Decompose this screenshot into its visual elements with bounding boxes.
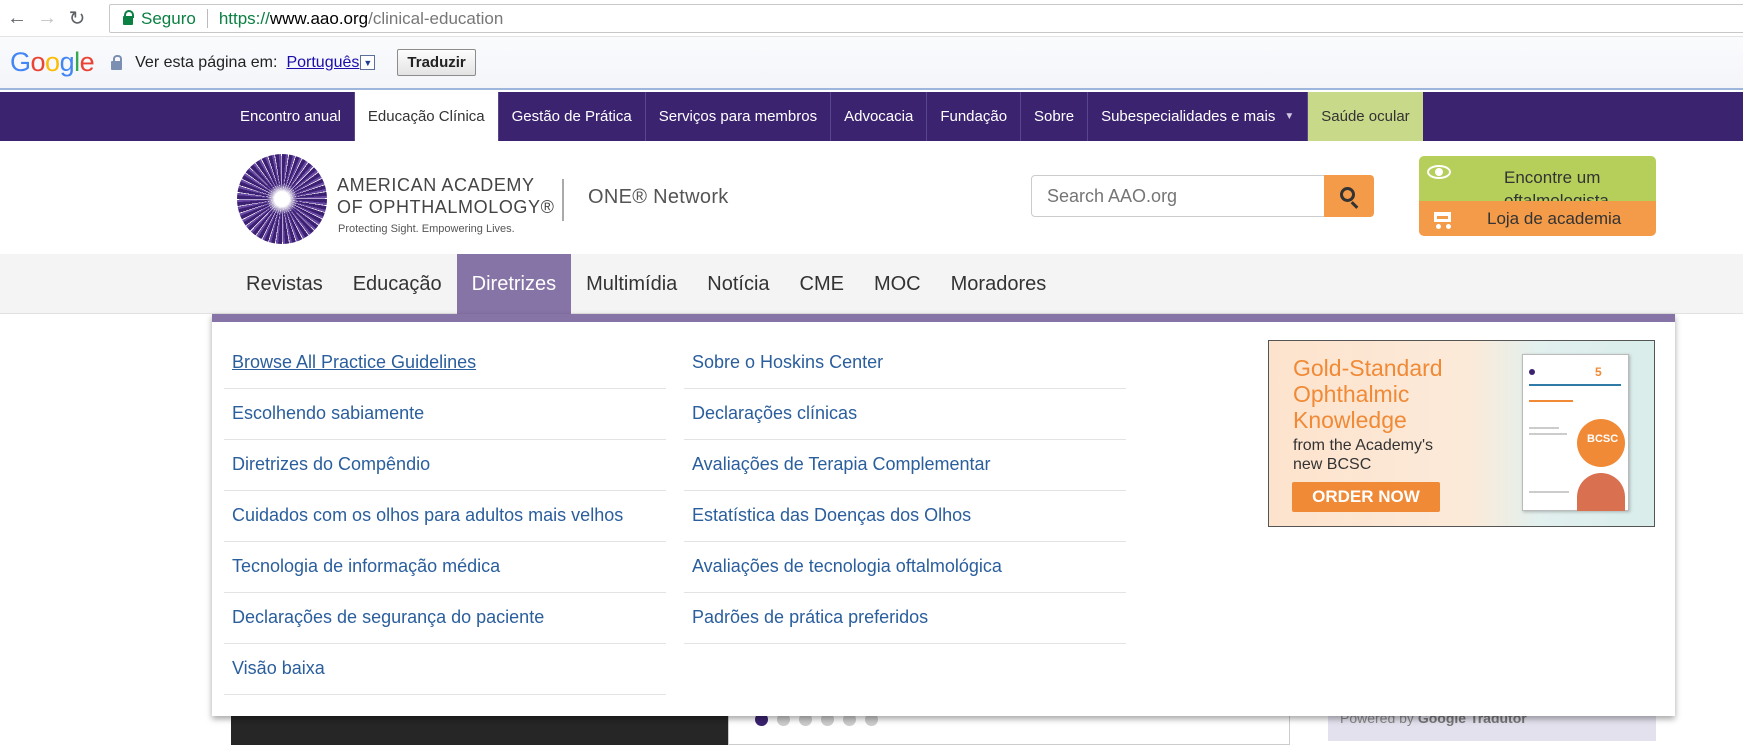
tab-multimidia[interactable]: Multimídia xyxy=(571,254,692,314)
top-nav-item-fundacao[interactable]: Fundação xyxy=(927,92,1022,141)
dropdown-link-compendio[interactable]: Diretrizes do Compêndio xyxy=(224,440,666,491)
translate-bar: Google Ver esta página em: Português ▼ T… xyxy=(0,37,1743,90)
bcsc-badge: BCSC xyxy=(1577,419,1625,467)
dropdown-link-escolhendo[interactable]: Escolhendo sabiamente xyxy=(224,389,666,440)
lock-icon xyxy=(111,55,123,70)
secure-label: Seguro xyxy=(141,8,196,28)
language-select[interactable]: Português xyxy=(286,54,359,72)
org-name-line1: AMERICAN ACADEMY xyxy=(337,175,535,195)
org-name-line2: OF OPHTHALMOLOGY® xyxy=(337,197,555,217)
tab-noticia[interactable]: Notícia xyxy=(692,254,784,314)
ad-headline-line: Knowledge xyxy=(1293,407,1407,433)
dropdown-link-padroes[interactable]: Padrões de prática preferidos xyxy=(684,593,1126,644)
top-nav-item-saude-ocular[interactable]: Saúde ocular xyxy=(1308,92,1423,141)
top-nav-item-encontro[interactable]: Encontro anual xyxy=(227,92,355,141)
dropdown-link-avaliacoes-tec[interactable]: Avaliações de tecnologia oftalmológica xyxy=(684,542,1126,593)
aao-logo-icon[interactable] xyxy=(237,154,327,244)
dropdown-link-seguranca[interactable]: Declarações de segurança do paciente xyxy=(224,593,666,644)
top-nav-item-servicos[interactable]: Serviços para membros xyxy=(646,92,832,141)
url-host: www.aao.org xyxy=(269,8,369,28)
url-divider xyxy=(206,9,208,28)
top-nav-item-advocacia[interactable]: Advocacia xyxy=(831,92,928,141)
top-nav: Encontro anual Educação Clínica Gestão d… xyxy=(0,92,1743,141)
org-name[interactable]: AMERICAN ACADEMY OF OPHTHALMOLOGY® xyxy=(337,174,555,218)
dropdown-link-terapia[interactable]: Avaliações de Terapia Complementar xyxy=(684,440,1126,491)
tab-moradores[interactable]: Moradores xyxy=(936,254,1062,314)
book-number: 5 xyxy=(1595,365,1602,379)
dropdown-link-estatistica[interactable]: Estatística das Doenças dos Olhos xyxy=(684,491,1126,542)
translate-button[interactable]: Traduzir xyxy=(397,49,476,76)
logo-divider xyxy=(562,179,564,221)
search-button[interactable] xyxy=(1324,175,1374,217)
find-ophthalmologist-button[interactable]: Encontre um oftalmologista xyxy=(1419,156,1656,201)
caret-down-icon: ▼ xyxy=(1284,111,1295,122)
browser-toolbar: ← → ↻ Seguro https://www.aao.org/clinica… xyxy=(0,0,1743,37)
ad-headline-line: Gold-Standard xyxy=(1293,355,1443,381)
top-nav-item-educacao-clinica[interactable]: Educação Clínica xyxy=(354,92,499,141)
bcsc-book-cover-image: 5 BCSC xyxy=(1522,354,1629,511)
find-ophthalmologist-label: Encontre um oftalmologista xyxy=(1504,168,1609,201)
top-nav-item-label: Subespecialidades e mais xyxy=(1101,108,1276,125)
guidelines-dropdown: Browse All Practice Guidelines Escolhend… xyxy=(212,314,1675,716)
search-icon xyxy=(1339,186,1355,202)
top-nav-item-subespecialidades[interactable]: Subespecialidades e mais ▼ xyxy=(1088,92,1309,141)
url-scheme: https:// xyxy=(218,8,270,28)
book-cover-photo xyxy=(1577,473,1625,511)
address-bar[interactable]: Seguro https://www.aao.org/clinical-educ… xyxy=(109,4,1743,33)
dropdown-link-adultos[interactable]: Cuidados com os olhos para adultos mais … xyxy=(224,491,666,542)
translate-label: Ver esta página em: xyxy=(135,53,278,71)
url-path: /clinical-education xyxy=(368,8,504,28)
ad-headline-line: Ophthalmic xyxy=(1293,381,1410,407)
cart-icon xyxy=(1430,209,1454,229)
ad-headline: Gold-Standard Ophthalmic Knowledge xyxy=(1293,355,1443,433)
tab-revistas[interactable]: Revistas xyxy=(231,254,338,314)
tab-diretrizes[interactable]: Diretrizes xyxy=(456,254,572,314)
top-nav-item-sobre[interactable]: Sobre xyxy=(1021,92,1089,141)
academy-store-button[interactable]: Loja de academia xyxy=(1419,201,1656,236)
dropdown-link-browse-guidelines[interactable]: Browse All Practice Guidelines xyxy=(224,338,666,389)
dropdown-link-tecnologia-info[interactable]: Tecnologia de informação médica xyxy=(224,542,666,593)
back-arrow-icon[interactable]: ← xyxy=(4,5,30,31)
reload-icon[interactable]: ↻ xyxy=(64,5,90,31)
top-nav-item-gestao[interactable]: Gestão de Prática xyxy=(499,92,646,141)
tab-moc[interactable]: MOC xyxy=(859,254,936,314)
ad-subtext-line: new BCSC xyxy=(1293,456,1372,473)
dropdown-arrow-icon[interactable]: ▼ xyxy=(360,55,376,70)
dropdown-link-declaracoes[interactable]: Declarações clínicas xyxy=(684,389,1126,440)
one-network-link[interactable]: ONE® Network xyxy=(588,186,729,209)
order-now-button[interactable]: ORDER NOW xyxy=(1292,482,1440,512)
dropdown-link-visao-baixa[interactable]: Visão baixa xyxy=(224,644,666,695)
tab-educacao[interactable]: Educação xyxy=(338,254,457,314)
forward-arrow-icon[interactable]: → xyxy=(34,5,60,31)
eye-icon xyxy=(1427,165,1451,179)
dropdown-column-1: Browse All Practice Guidelines Escolhend… xyxy=(224,338,666,695)
ad-subtext-line: from the Academy's xyxy=(1293,437,1433,454)
google-logo: Google xyxy=(10,47,95,77)
academy-store-label: Loja de academia xyxy=(1487,209,1622,228)
dropdown-column-2: Sobre o Hoskins Center Declarações clíni… xyxy=(684,338,1126,644)
tab-cme[interactable]: CME xyxy=(785,254,859,314)
lock-icon xyxy=(123,10,134,25)
dropdown-link-hoskins[interactable]: Sobre o Hoskins Center xyxy=(684,338,1126,389)
section-nav: Revistas Educação Diretrizes Multimídia … xyxy=(0,254,1743,314)
org-tagline: Protecting Sight. Empowering Lives. xyxy=(338,223,515,235)
book-seal-icon xyxy=(1529,369,1535,375)
search-input[interactable] xyxy=(1031,175,1325,217)
site-header: AMERICAN ACADEMY OF OPHTHALMOLOGY® Prote… xyxy=(0,141,1743,254)
bcsc-badge-label: BCSC xyxy=(1587,433,1619,445)
bcsc-ad-banner[interactable]: Gold-Standard Ophthalmic Knowledge from … xyxy=(1268,340,1655,527)
ad-subtext: from the Academy's new BCSC xyxy=(1293,436,1433,474)
